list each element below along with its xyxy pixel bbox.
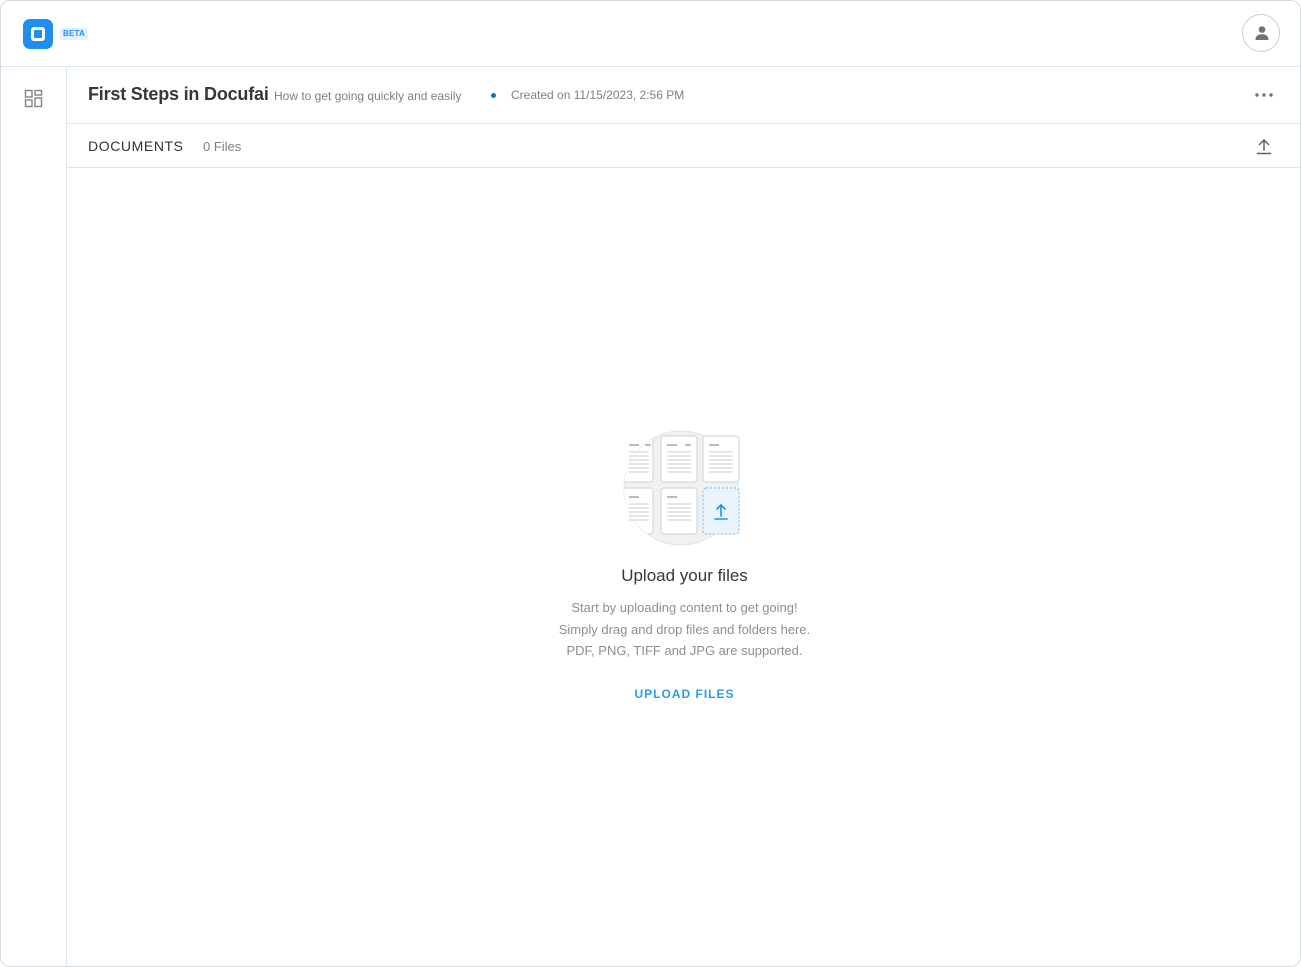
page-title: First Steps in Docufai <box>88 84 269 104</box>
project-header: First Steps in Docufai How to get going … <box>67 67 1300 124</box>
docufai-logo-icon[interactable] <box>23 19 53 49</box>
empty-state: Upload your files Start by uploading con… <box>67 168 1300 966</box>
user-avatar-button[interactable] <box>1242 14 1280 52</box>
documents-toolbar: DOCUMENTS 0 Files <box>67 124 1300 168</box>
project-subtitle: How to get going quickly and easily <box>274 89 462 103</box>
empty-state-text: Start by uploading content to get going! <box>571 600 798 615</box>
documents-count: 0 Files <box>203 139 242 154</box>
upload-files-link[interactable]: UPLOAD FILES <box>67 687 1300 701</box>
separator-dot <box>491 93 496 98</box>
created-timestamp: Created on 11/15/2023, 2:56 PM <box>511 88 685 102</box>
empty-state-text: PDF, PNG, TIFF and JPG are supported. <box>566 643 803 658</box>
sidebar <box>1 67 67 966</box>
sidebar-item-dashboard[interactable] <box>24 89 44 114</box>
top-bar: BETA <box>1 1 1300 67</box>
beta-badge: BETA <box>60 28 88 40</box>
app-window: BETA First Steps in Docufai How to get g… <box>0 0 1301 967</box>
documents-heading: DOCUMENTS <box>88 138 184 154</box>
documents-upload-illustration <box>623 430 745 551</box>
more-options-button[interactable] <box>1253 87 1275 103</box>
upload-button[interactable] <box>1254 136 1274 156</box>
main-content: First Steps in Docufai How to get going … <box>67 67 1300 966</box>
user-icon <box>1255 26 1269 40</box>
upload-icon <box>1256 138 1272 155</box>
dashboard-grid-icon <box>24 89 43 108</box>
empty-state-text: Simply drag and drop files and folders h… <box>558 622 811 637</box>
empty-state-title: Upload your files <box>621 566 748 585</box>
more-horizontal-icon <box>1255 93 1273 97</box>
